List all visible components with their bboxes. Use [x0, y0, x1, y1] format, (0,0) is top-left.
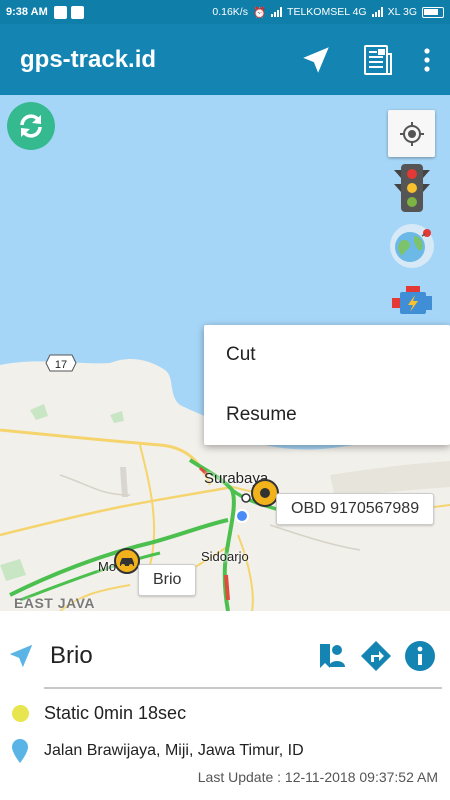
chrome-notification-icon	[53, 5, 67, 19]
maps-notification-icon	[70, 5, 84, 19]
directions-icon	[361, 641, 391, 671]
signal-icon-2	[371, 7, 383, 17]
app-title: gps-track.id	[20, 45, 157, 73]
directions-button[interactable]	[360, 640, 392, 672]
carrier-1: TELKOMSEL 4G	[287, 6, 367, 18]
refresh-icon	[20, 114, 42, 138]
vehicle-status: Static 0min 18sec	[44, 703, 187, 723]
traffic-light-icon	[394, 164, 430, 212]
vehicle-label-brio[interactable]: Brio	[138, 564, 197, 596]
globe-toggle[interactable]	[388, 222, 436, 270]
region-label: EAST JAVA	[14, 595, 95, 611]
vehicle-header: Brio	[0, 631, 450, 681]
engine-icon	[392, 286, 432, 314]
report-icon[interactable]	[352, 34, 404, 86]
status-bar: 9:38 AM 0.16K/s ⏰ TELKOMSEL 4G XL 3G	[0, 0, 450, 24]
location-pin-icon	[12, 739, 28, 763]
network-speed: 0.16K/s	[212, 6, 248, 18]
my-location-icon	[399, 121, 424, 146]
menu-item-resume[interactable]: Resume	[204, 385, 450, 445]
alarm-icon: ⏰	[252, 6, 267, 19]
vehicle-marker-brio[interactable]	[113, 547, 141, 580]
menu-item-cut[interactable]: Cut	[204, 325, 450, 385]
navigation-arrow-icon	[9, 644, 33, 668]
vehicle-name: Brio	[50, 642, 93, 669]
vehicle-address: Jalan Brawijaya, Miji, Jawa Timur, ID	[44, 742, 304, 759]
carrier-2: XL 3G	[387, 6, 417, 18]
person-pin-button[interactable]	[316, 640, 348, 672]
vehicle-panel: Brio Static 0min 18sec Jalan Brawijaya, …	[0, 611, 450, 800]
engine-toggle[interactable]	[388, 282, 438, 322]
traffic-toggle[interactable]	[392, 162, 432, 214]
info-button[interactable]	[404, 640, 436, 672]
status-time: 9:38 AM	[6, 6, 48, 18]
more-vert-icon[interactable]	[404, 34, 450, 86]
road-shield-label: 17	[55, 359, 67, 371]
signal-icon	[271, 7, 283, 17]
last-update: Last Update : 12-11-2018 09:37:52 AM	[197, 769, 438, 785]
vehicle-label-obd[interactable]: OBD 9170567989	[276, 493, 435, 525]
battery-icon	[422, 6, 444, 18]
person-pin-icon	[320, 644, 345, 668]
info-icon	[405, 641, 435, 671]
refresh-button[interactable]	[7, 102, 55, 150]
city-label-sidoarjo: Sidoarjo	[201, 549, 249, 564]
my-location-button[interactable]	[388, 110, 435, 157]
globe-icon	[390, 224, 434, 268]
navigation-icon[interactable]	[290, 34, 342, 86]
address-row: Jalan Brawijaya, Miji, Jawa Timur, ID	[10, 739, 304, 763]
status-row: Static 0min 18sec	[10, 703, 186, 724]
context-menu: Cut Resume	[204, 325, 450, 445]
panel-divider	[44, 687, 442, 689]
status-dot-icon	[11, 705, 29, 722]
app-bar: gps-track.id	[0, 24, 450, 95]
